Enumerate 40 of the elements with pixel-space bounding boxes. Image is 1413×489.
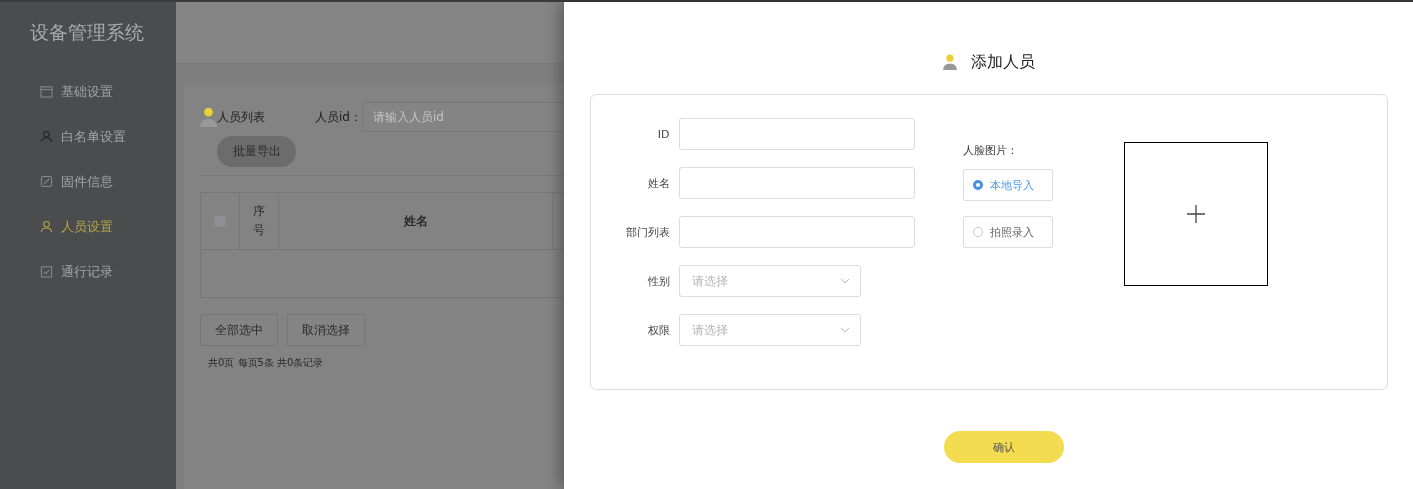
search-label: 人员id：: [315, 108, 362, 126]
chevron-down-icon: [839, 278, 850, 284]
column-header: 序号: [240, 193, 279, 249]
action-button[interactable]: 取消选择: [287, 314, 365, 346]
input-field[interactable]: [678, 216, 915, 248]
dialog-title: 添加人员: [970, 51, 1035, 73]
user-icon: [40, 220, 53, 233]
select-field[interactable]: 请选择: [678, 314, 861, 346]
input-field[interactable]: [678, 118, 915, 150]
field-label: 姓名: [646, 175, 670, 191]
plus-icon: [1186, 205, 1205, 223]
radio-option[interactable]: 拍照录入: [962, 216, 1053, 248]
radio-option[interactable]: 本地导入: [962, 169, 1053, 201]
confirm-button[interactable]: 确认: [943, 431, 1064, 463]
person-icon: [200, 106, 217, 128]
search-field[interactable]: 请输入人员id: [361, 102, 562, 132]
export-button[interactable]: 批量导出: [217, 136, 296, 167]
field-label: ID: [656, 127, 670, 141]
select-field[interactable]: 请选择: [678, 265, 861, 297]
person-icon: [942, 53, 957, 71]
sidebar-item[interactable]: 人员设置: [0, 204, 176, 249]
sidebar-item[interactable]: 固件信息: [0, 159, 176, 204]
face-label: 人脸图片：: [962, 143, 1019, 158]
sidebar-item[interactable]: 白名单设置: [0, 114, 176, 159]
pagination-text: 共0页 每页5条 共0条记录: [208, 356, 325, 370]
sidebar-item[interactable]: 通行记录: [0, 249, 176, 294]
input-field[interactable]: [678, 167, 915, 199]
calendar-icon: [40, 85, 53, 98]
upload-box[interactable]: [1123, 142, 1268, 286]
action-button[interactable]: 全部选中: [200, 314, 278, 346]
column-header: 姓名: [279, 193, 553, 249]
card-title: 人员列表: [217, 108, 265, 126]
app-title: 设备管理系统: [29, 20, 145, 45]
field-label: 权限: [646, 322, 670, 338]
field-label: 性别: [646, 273, 670, 289]
user-icon: [40, 130, 53, 143]
check-square-icon: [40, 265, 53, 278]
chevron-down-icon: [839, 327, 850, 333]
sidebar-item[interactable]: 基础设置: [0, 69, 176, 114]
field-label: 部门列表: [624, 224, 670, 240]
